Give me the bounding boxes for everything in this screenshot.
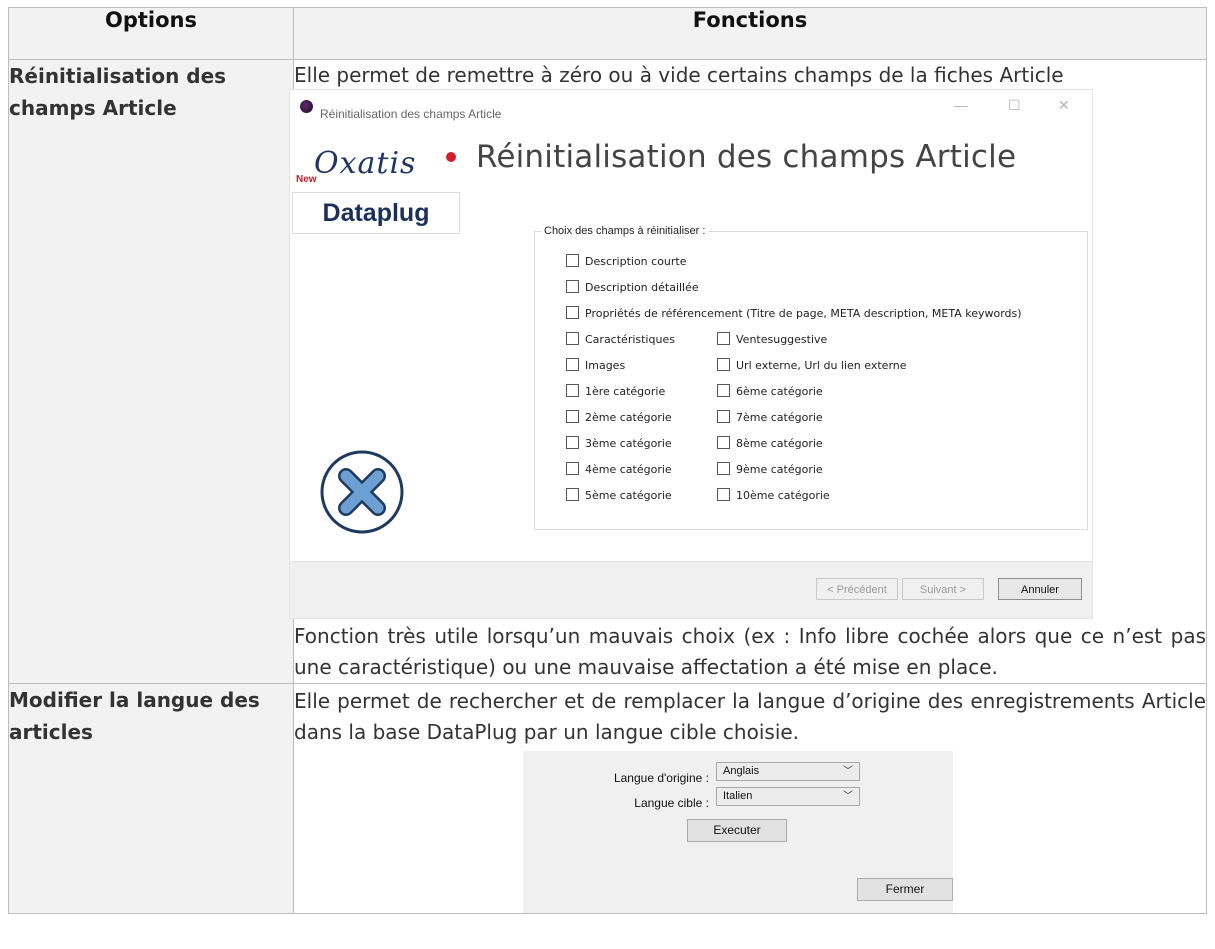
checkbox-proprietes-referencement[interactable]: Propriétés de référencement (Titre de pa… [566,306,1022,321]
fields-group-legend: Choix des champs à réinitialiser : [544,225,706,237]
next-button[interactable]: Suivant > [902,578,984,600]
checkbox-vente-suggestive[interactable]: Ventesuggestive [717,332,827,347]
cancel-button[interactable]: Annuler [998,578,1082,600]
minimize-icon[interactable]: — [954,95,968,115]
options-table: Options Fonctions Réinitialisation des c… [8,7,1207,914]
function-cell-change-language: Elle permet de rechercher et de remplace… [293,683,1207,914]
checkbox-box[interactable] [566,306,579,319]
execute-button[interactable]: Executer [687,819,787,842]
window-title: Réinitialisation des champs Article [320,107,502,121]
checkbox-caracteristiques[interactable]: Caractéristiques [566,332,675,347]
reset-intro-text: Elle permet de remettre à zéro ou à vide… [294,63,1064,87]
checkbox-box[interactable] [566,358,579,371]
checkbox-box[interactable] [566,462,579,475]
logo-dot-icon [446,152,456,162]
checkbox-box[interactable] [566,384,579,397]
checkbox-label: 7ème catégorie [736,411,823,424]
target-language-select[interactable]: Italien ﹀ [716,787,860,806]
checkbox-box[interactable] [717,384,730,397]
reset-note-text: Fonction très utile lorsqu’un mauvais ch… [294,624,1206,679]
checkbox-categorie-1[interactable]: 1ère catégorie [566,384,665,399]
checkbox-categorie-3[interactable]: 3ème catégorie [566,436,672,451]
checkbox-label: 9ème catégorie [736,463,823,476]
checkbox-label: Propriétés de référencement (Titre de pa… [585,307,1022,320]
checkbox-categorie-6[interactable]: 6ème catégorie [717,384,823,399]
source-language-value: Anglais [723,765,760,777]
checkbox-box[interactable] [717,462,730,475]
checkbox-label: Url externe, Url du lien externe [736,359,907,372]
checkbox-label: Description courte [585,255,687,268]
dialog-titlebar: Réinitialisation des champs Article — ☐ … [290,90,1092,124]
close-icon[interactable]: ✕ [1058,95,1070,115]
dialog-heading: Réinitialisation des champs Article [476,139,1017,175]
checkbox-categorie-8[interactable]: 8ème catégorie [717,436,823,451]
checkbox-label: 5ème catégorie [585,489,672,502]
cancel-x-icon [320,450,404,534]
checkbox-description-detaillee[interactable]: Description détaillée [566,280,699,295]
checkbox-categorie-10[interactable]: 10ème catégorie [717,488,830,503]
function-cell-reset-fields: Elle permet de remettre à zéro ou à vide… [289,59,1207,684]
checkbox-url-externe[interactable]: Url externe, Url du lien externe [717,358,907,373]
target-language-label: Langue cible : [634,796,709,810]
previous-button[interactable]: < Précédent [816,578,898,600]
checkbox-box[interactable] [717,358,730,371]
language-intro-text: Elle permet de rechercher et de remplace… [294,689,1206,744]
checkbox-label: 2ème catégorie [585,411,672,424]
checkbox-label: Caractéristiques [585,333,675,346]
checkbox-label: 4ème catégorie [585,463,672,476]
checkbox-label: 6ème catégorie [736,385,823,398]
checkbox-label: 10ème catégorie [736,489,830,502]
chevron-down-icon: ﹀ [843,791,853,802]
reset-fields-dialog: Réinitialisation des champs Article — ☐ … [289,89,1093,619]
checkbox-box[interactable] [717,410,730,423]
source-language-select[interactable]: Anglais ﹀ [716,762,860,781]
checkbox-box[interactable] [717,332,730,345]
checkbox-box[interactable] [566,254,579,267]
checkbox-box[interactable] [566,436,579,449]
dialog-button-bar: < Précédent Suivant > Annuler [290,561,1092,618]
checkbox-box[interactable] [566,332,579,345]
checkbox-categorie-2[interactable]: 2ème catégorie [566,410,672,425]
checkbox-box[interactable] [717,436,730,449]
checkbox-categorie-4[interactable]: 4ème catégorie [566,462,672,477]
oxatis-logo: New Oxatis [296,142,466,186]
checkbox-box[interactable] [566,280,579,293]
checkbox-description-courte[interactable]: Description courte [566,254,687,269]
checkbox-label: 3ème catégorie [585,437,672,450]
chevron-down-icon: ﹀ [843,766,853,777]
app-icon [300,100,313,113]
column-header-fonctions: Fonctions [293,7,1207,60]
checkbox-label: 8ème catégorie [736,437,823,450]
option-label-change-language: Modifier la langue des articles [8,683,294,914]
logo-brand-text: Oxatis [314,146,417,181]
target-language-value: Italien [723,790,753,802]
checkbox-label: Ventesuggestive [736,333,828,346]
checkbox-box[interactable] [566,488,579,501]
checkbox-label: Images [585,359,626,372]
checkbox-categorie-9[interactable]: 9ème catégorie [717,462,823,477]
checkbox-box[interactable] [717,488,730,501]
maximize-icon[interactable]: ☐ [1008,95,1021,115]
checkbox-label: 1ère catégorie [585,385,666,398]
checkbox-images[interactable]: Images [566,358,625,373]
dataplug-logo: Dataplug [292,192,460,234]
checkbox-box[interactable] [566,410,579,423]
column-header-options: Options [8,7,294,60]
option-label-reset-fields: Réinitialisation des champs Article [8,59,294,684]
close-button[interactable]: Fermer [857,878,953,901]
language-dialog: Langue d'origine : Anglais ﹀ Langue cibl… [523,751,953,913]
checkbox-categorie-7[interactable]: 7ème catégorie [717,410,823,425]
checkbox-label: Description détaillée [585,281,699,294]
checkbox-categorie-5[interactable]: 5ème catégorie [566,488,672,503]
